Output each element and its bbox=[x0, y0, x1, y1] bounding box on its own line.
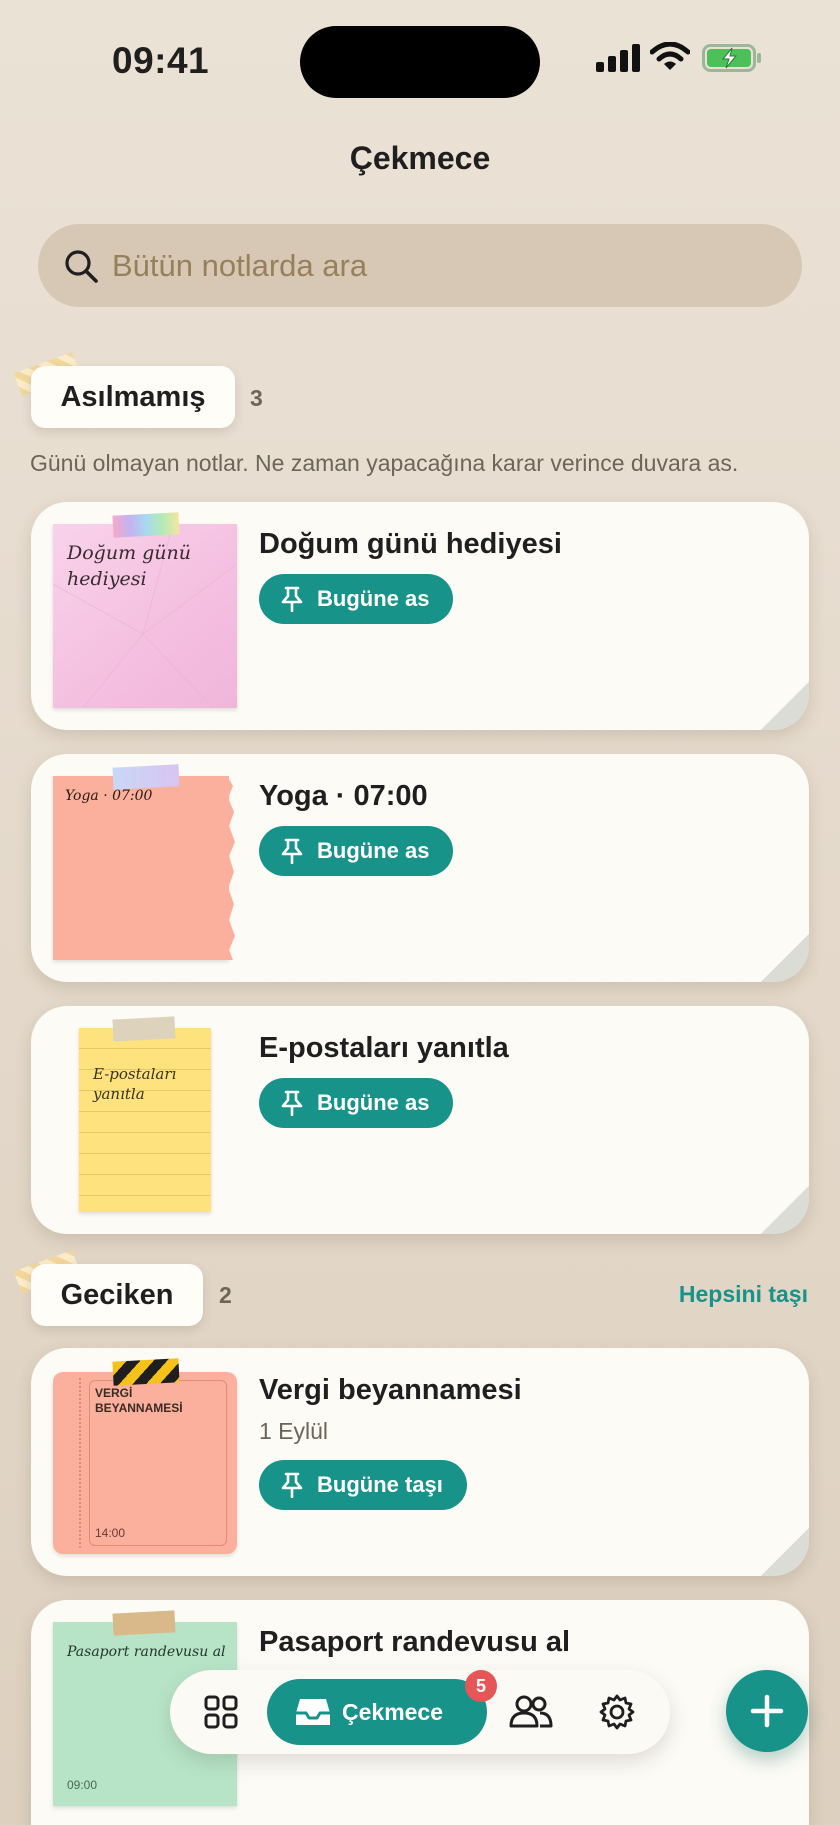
note-card-yoga[interactable]: Yoga · 07:00 Yoga · 07:00 Bugüne as bbox=[31, 754, 809, 982]
ticket-note-text: VERGİ BEYANNAMESİ bbox=[95, 1386, 183, 1415]
drawer-icon bbox=[296, 1699, 330, 1725]
bottom-navigation: Çekmece 5 bbox=[170, 1670, 670, 1754]
page-curl-decoration bbox=[761, 1186, 809, 1234]
sticky-note-time: 09:00 bbox=[67, 1778, 98, 1792]
plus-icon bbox=[750, 1694, 784, 1728]
status-time: 09:41 bbox=[112, 40, 210, 81]
note-card-reply-emails[interactable]: E-postaları yanıtla E-postaları yanıtla … bbox=[31, 1006, 809, 1234]
search-input[interactable] bbox=[112, 247, 752, 284]
pin-button-label: Bugüne as bbox=[317, 838, 430, 863]
search-bar[interactable] bbox=[38, 224, 802, 307]
battery-charging-icon bbox=[702, 44, 761, 72]
pin-icon bbox=[281, 1090, 303, 1116]
note-title: E-postaları yanıtla bbox=[259, 1032, 509, 1064]
section-count-overdue: 2 bbox=[219, 1282, 232, 1308]
rainbow-washi-tape bbox=[112, 512, 180, 538]
pin-button-label: Bugüne as bbox=[317, 1090, 430, 1115]
move-to-today-button[interactable]: Bugüne taşı bbox=[259, 1460, 467, 1510]
page-title: Çekmece bbox=[349, 140, 491, 176]
beige-washi-tape bbox=[112, 1016, 176, 1042]
section-label-unpinned: Asılmamış bbox=[31, 366, 235, 428]
section-count-unpinned: 3 bbox=[250, 385, 263, 411]
note-date: 1 Eylül bbox=[259, 1418, 329, 1444]
note-title: Vergi beyannamesi bbox=[259, 1374, 522, 1406]
sticky-note-text: Yoga · 07:00 bbox=[65, 788, 153, 804]
pin-icon bbox=[281, 586, 303, 612]
pin-icon bbox=[281, 838, 303, 864]
page-curl-decoration bbox=[761, 934, 809, 982]
cellular-signal-icon bbox=[596, 44, 640, 72]
section-label-overdue: Geciken bbox=[31, 1264, 203, 1326]
page-curl-decoration bbox=[761, 682, 809, 730]
sticky-note-text: Pasaport randevusu al bbox=[67, 1644, 226, 1660]
pin-to-today-button[interactable]: Bugüne as bbox=[259, 574, 454, 624]
sticky-note-thumbnail: Doğum günü hediyesi bbox=[53, 524, 237, 708]
section-description: Günü olmayan notlar. Ne zaman yapacağına… bbox=[30, 450, 739, 476]
ticket-perforation bbox=[79, 1378, 81, 1548]
pastel-washi-tape bbox=[112, 764, 180, 790]
pin-to-today-button[interactable]: Bugüne as bbox=[259, 1078, 454, 1128]
hazard-washi-tape bbox=[112, 1358, 180, 1386]
sticky-note-text: Doğum günü hediyesi bbox=[67, 542, 192, 590]
wifi-icon bbox=[650, 42, 690, 70]
page-curl-decoration bbox=[761, 1528, 809, 1576]
move-all-link[interactable]: Hepsini taşı bbox=[679, 1281, 808, 1308]
note-title: Yoga · 07:00 bbox=[259, 780, 428, 812]
status-bar: 09:41 bbox=[0, 0, 840, 120]
add-note-button[interactable] bbox=[726, 1670, 808, 1752]
note-title: Pasaport randevusu al bbox=[259, 1626, 571, 1658]
note-title: Doğum günü hediyesi bbox=[259, 528, 562, 560]
pin-to-today-button[interactable]: Bugüne as bbox=[259, 826, 454, 876]
people-icon[interactable] bbox=[508, 1694, 554, 1728]
sticky-note-thumbnail: E-postaları yanıtla bbox=[79, 1028, 211, 1212]
sticky-note-thumbnail: Yoga · 07:00 bbox=[53, 776, 229, 960]
note-card-birthday-gift[interactable]: Doğum günü hediyesi Doğum günü hediyesi … bbox=[31, 502, 809, 730]
search-icon bbox=[65, 249, 98, 283]
pin-icon bbox=[281, 1472, 303, 1498]
nav-drawer-tab[interactable]: Çekmece bbox=[267, 1679, 487, 1745]
kraft-washi-tape bbox=[112, 1610, 176, 1636]
move-button-label: Bugüne taşı bbox=[317, 1472, 443, 1497]
note-card-tax-return[interactable]: VERGİ BEYANNAMESİ 14:00 Vergi beyannames… bbox=[31, 1348, 809, 1576]
grid-icon[interactable] bbox=[204, 1695, 238, 1729]
nav-drawer-label: Çekmece bbox=[342, 1698, 444, 1725]
sticky-note-text: E-postaları yanıtla bbox=[93, 1065, 177, 1103]
torn-edge-decoration bbox=[227, 776, 235, 960]
ticket-note-thumbnail: VERGİ BEYANNAMESİ 14:00 bbox=[53, 1372, 237, 1554]
drawer-count-badge: 5 bbox=[465, 1670, 497, 1702]
dynamic-island bbox=[300, 26, 540, 98]
ticket-note-time: 14:00 bbox=[95, 1526, 126, 1540]
gear-icon[interactable] bbox=[598, 1693, 636, 1731]
pin-button-label: Bugüne as bbox=[317, 586, 430, 611]
